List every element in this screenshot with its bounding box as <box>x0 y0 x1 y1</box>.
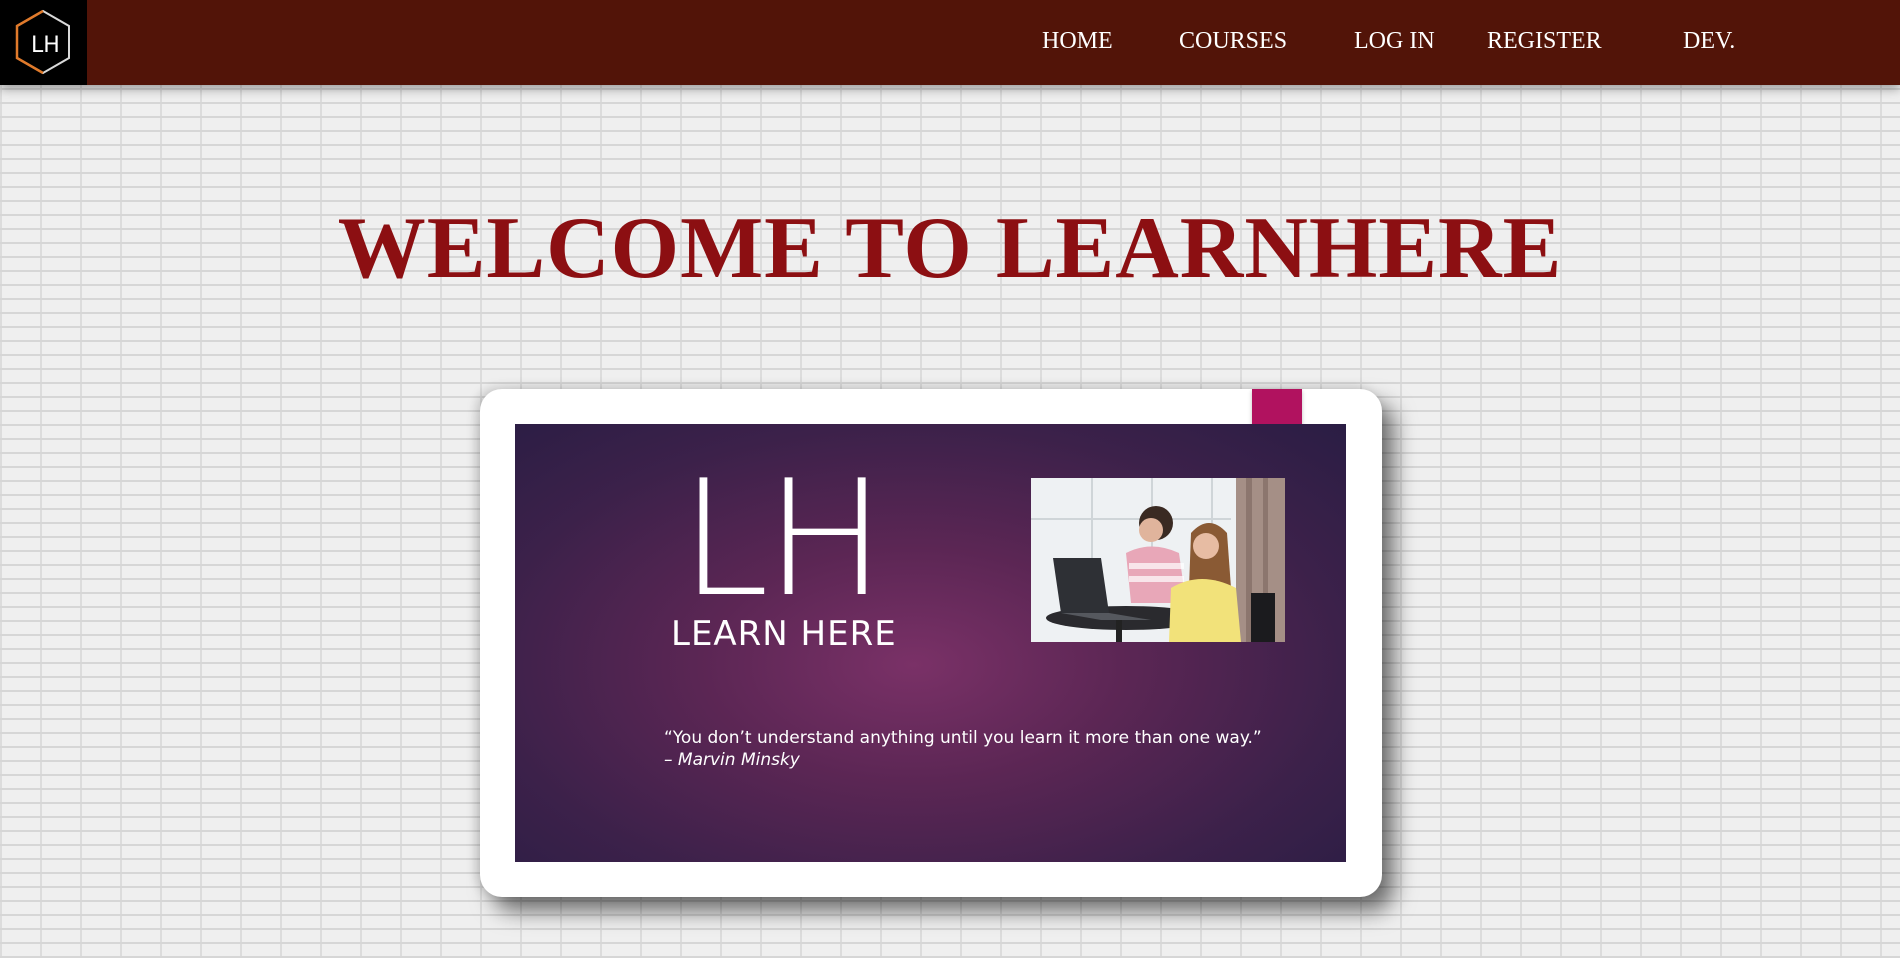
nav-register[interactable]: REGISTER <box>1487 28 1602 55</box>
nav-login[interactable]: LOG IN <box>1354 28 1435 55</box>
quote-text: “You don’t understand anything until you… <box>664 728 1262 748</box>
nav-home[interactable]: HOME <box>1042 28 1113 55</box>
quote-author: – Marvin Minsky <box>664 750 800 770</box>
banner-logo-letters: LH <box>680 445 885 632</box>
hexagon-logo-icon: LH <box>15 9 70 75</box>
nav-dev[interactable]: DEV. <box>1683 28 1735 55</box>
logo-text: LH <box>31 33 60 58</box>
page-title: WELCOME TO LEARNHERE <box>337 200 1563 297</box>
banner-photo <box>1031 478 1285 642</box>
top-navigation-bar: LH HOME COURSES LOG IN REGISTER DEV. <box>0 0 1900 85</box>
hero-banner: LH LEARN HERE “You don’t understand anyt… <box>515 424 1346 862</box>
nav-courses[interactable]: COURSES <box>1179 28 1287 55</box>
banner-quote: “You don’t understand anything until you… <box>664 727 1262 771</box>
banner-frame: LH LEARN HERE “You don’t understand anyt… <box>480 389 1382 897</box>
banner-brand-text: LEARN HERE <box>671 614 897 654</box>
site-logo[interactable]: LH <box>0 0 87 85</box>
